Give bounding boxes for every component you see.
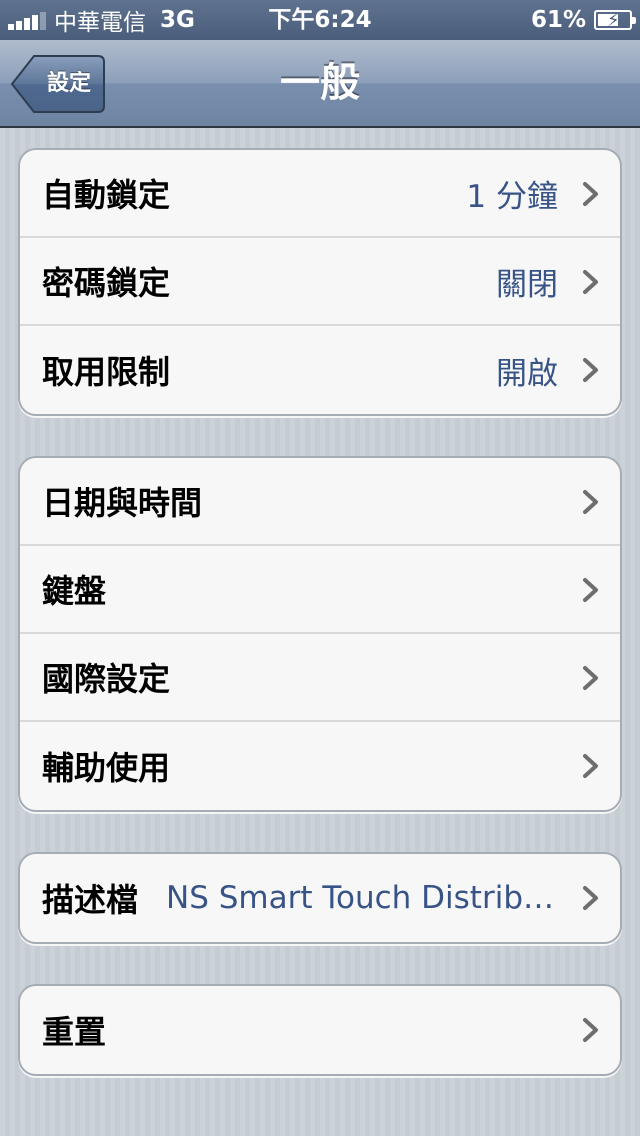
- settings-group-system: 日期與時間 鍵盤 國際設定 輔助使用: [18, 456, 622, 812]
- row-date-time[interactable]: 日期與時間: [20, 458, 620, 546]
- settings-group-lock: 自動鎖定 1 分鐘 密碼鎖定 關閉 取用限制 開啟: [18, 148, 622, 416]
- row-label: 自動鎖定: [42, 176, 171, 214]
- row-label: 國際設定: [42, 660, 171, 698]
- chevron-right-icon: [583, 666, 598, 690]
- row-value: 1 分鐘: [466, 178, 558, 215]
- chevron-right-icon: [583, 578, 598, 602]
- row-profile[interactable]: 描述檔 NS Smart Touch Distrib…: [20, 854, 620, 942]
- row-label: 描述檔: [42, 881, 139, 919]
- navigation-bar: 一般 設定: [0, 40, 640, 128]
- row-label: 鍵盤: [42, 572, 107, 610]
- row-value: 關閉: [496, 266, 558, 303]
- settings-group-reset: 重置: [18, 984, 622, 1076]
- chevron-right-icon: [583, 182, 598, 206]
- row-keyboard[interactable]: 鍵盤: [20, 546, 620, 634]
- row-restrictions[interactable]: 取用限制 開啟: [20, 326, 620, 414]
- row-reset[interactable]: 重置: [20, 986, 620, 1074]
- battery-percentage: 61%: [530, 7, 586, 33]
- row-accessibility[interactable]: 輔助使用: [20, 722, 620, 810]
- row-label: 日期與時間: [42, 484, 203, 522]
- chevron-right-icon: [583, 358, 598, 382]
- battery-charging-icon: ⚡: [594, 10, 636, 31]
- chevron-right-icon: [583, 270, 598, 294]
- status-right: 61% ⚡: [530, 0, 636, 40]
- back-button[interactable]: 設定: [10, 54, 106, 114]
- row-label: 輔助使用: [42, 749, 171, 787]
- row-passcode-lock[interactable]: 密碼鎖定 關閉: [20, 238, 620, 326]
- row-value: 開啟: [496, 355, 558, 392]
- settings-group-profile: 描述檔 NS Smart Touch Distrib…: [18, 852, 622, 944]
- back-button-label: 設定: [46, 71, 91, 96]
- chevron-right-icon: [583, 754, 598, 778]
- row-value: NS Smart Touch Distrib…: [166, 880, 554, 916]
- row-international[interactable]: 國際設定: [20, 634, 620, 722]
- row-label: 取用限制: [42, 353, 171, 391]
- chevron-right-icon: [583, 886, 598, 910]
- status-bar: 中華電信 3G 下午6:24 61% ⚡: [0, 0, 640, 40]
- row-label: 重置: [42, 1013, 107, 1051]
- chevron-right-icon: [583, 490, 598, 514]
- row-auto-lock[interactable]: 自動鎖定 1 分鐘: [20, 150, 620, 238]
- chevron-right-icon: [583, 1018, 598, 1042]
- row-label: 密碼鎖定: [42, 264, 171, 302]
